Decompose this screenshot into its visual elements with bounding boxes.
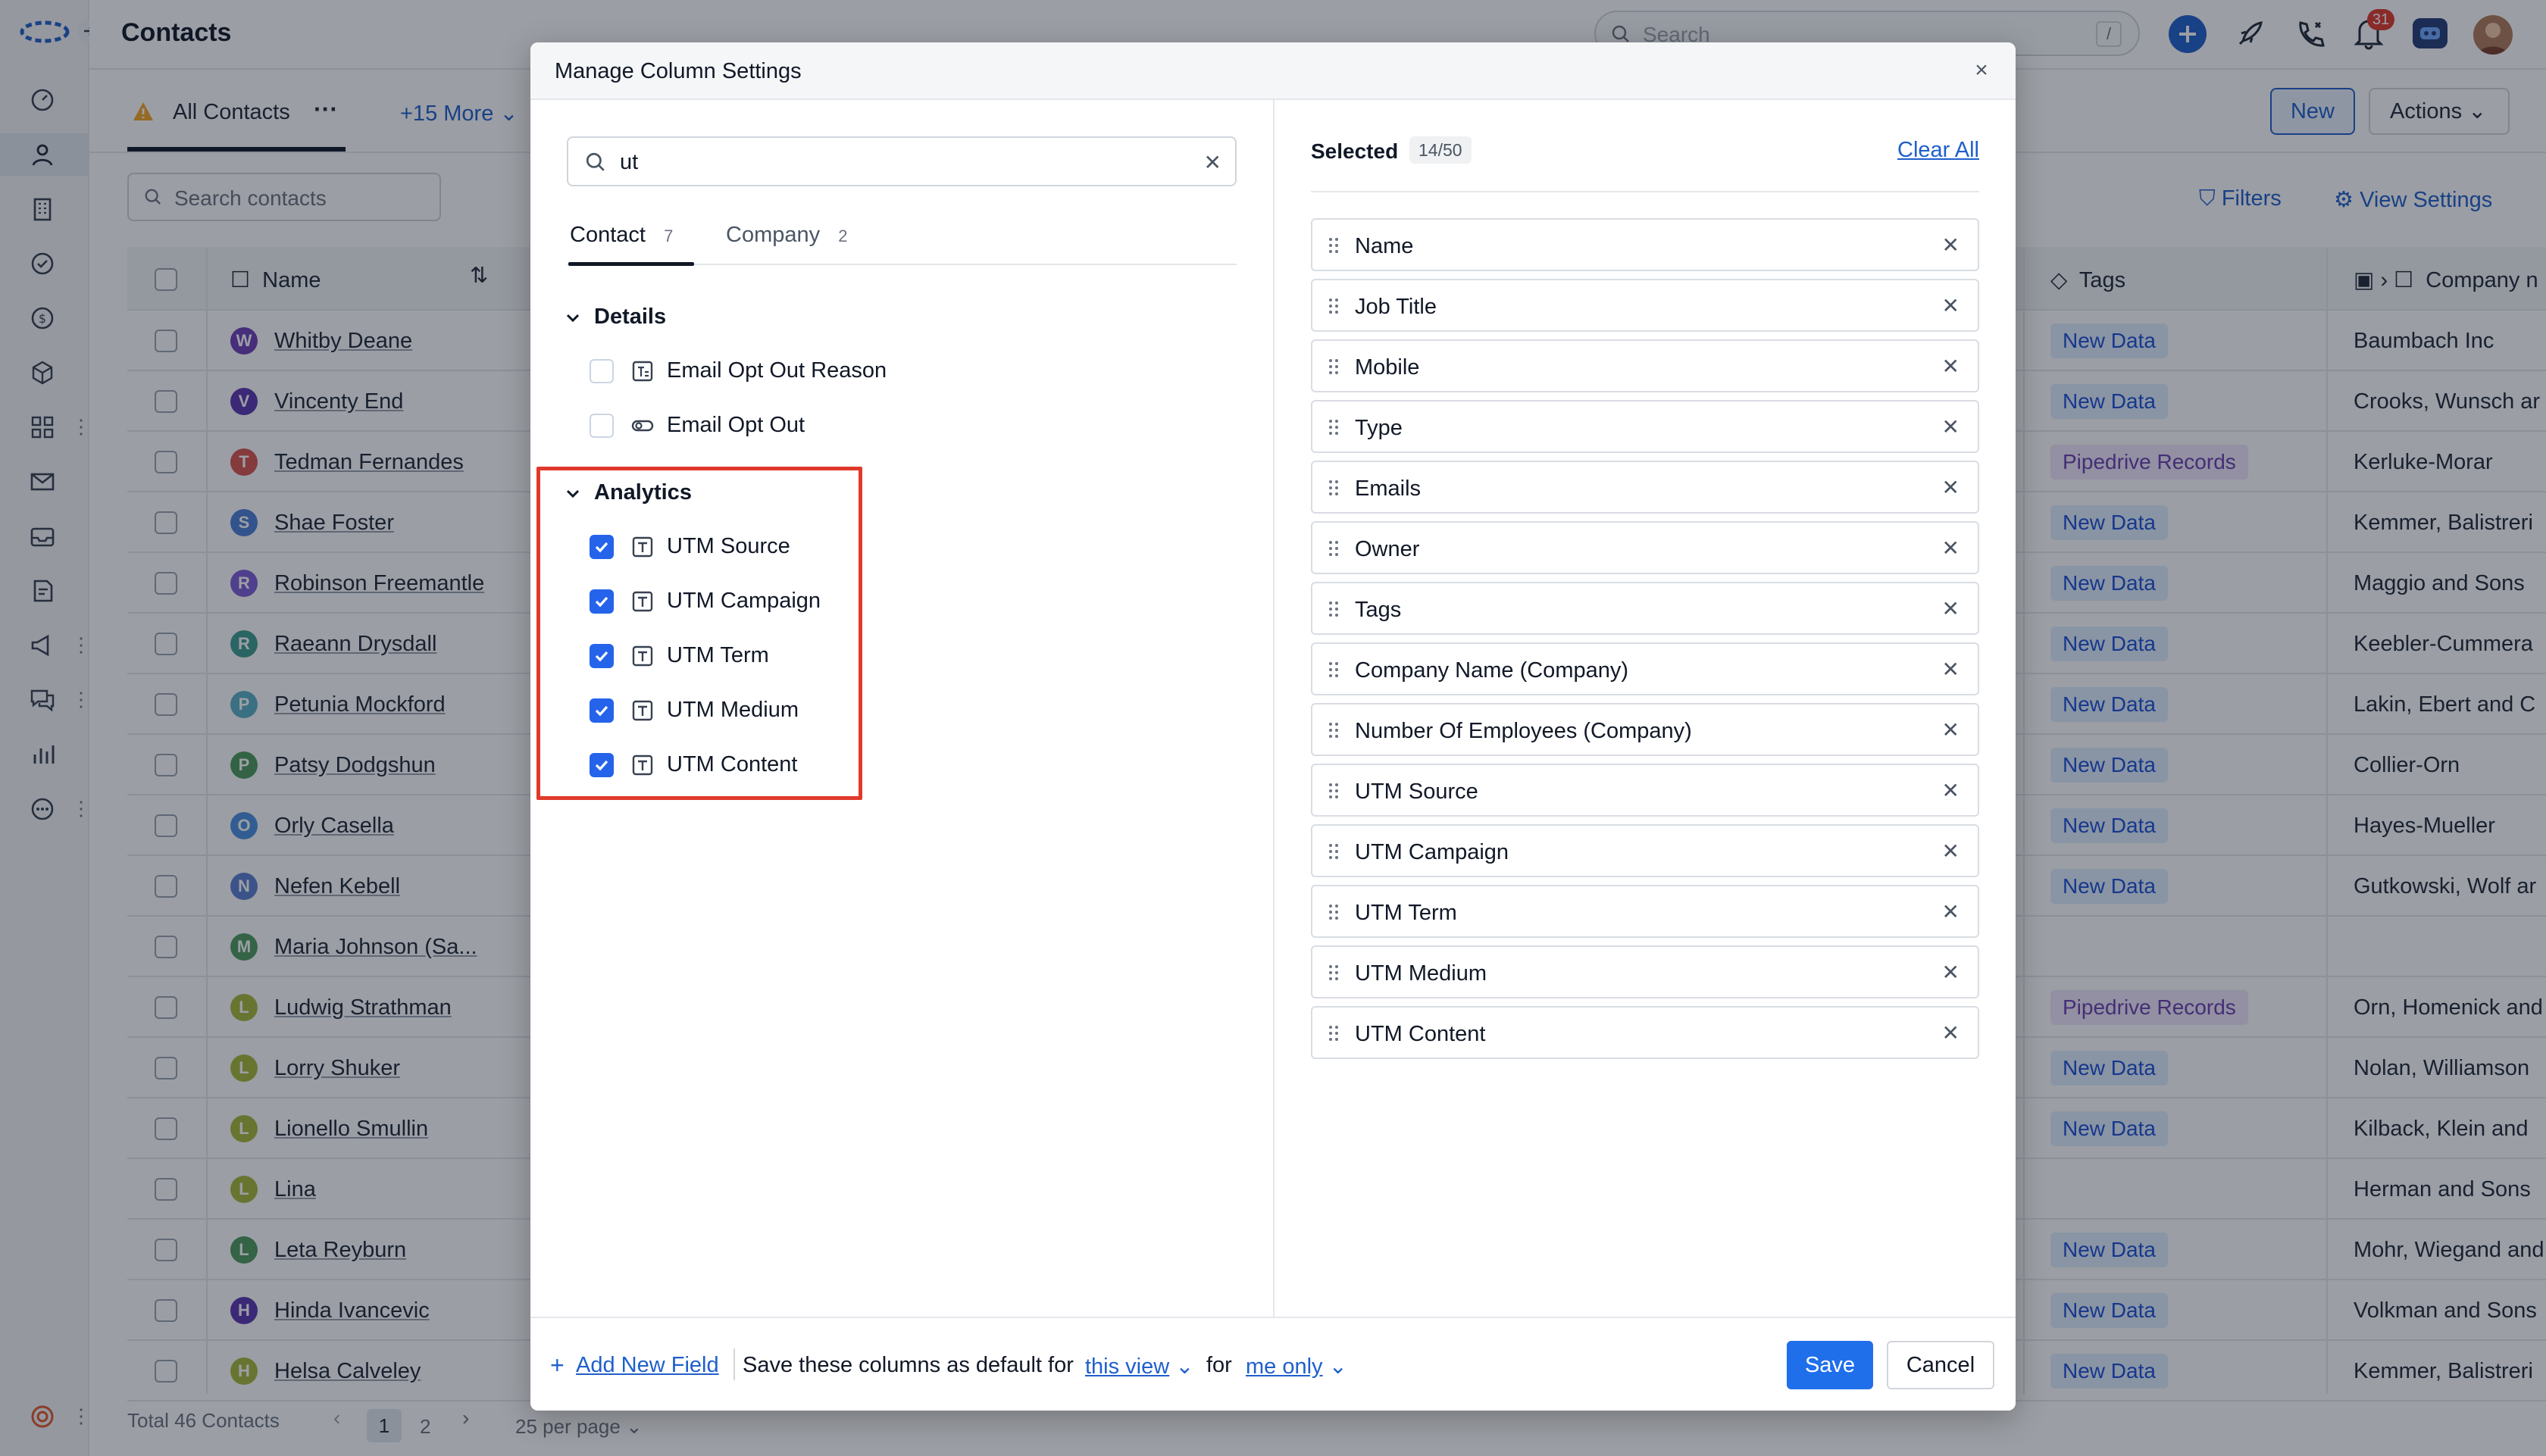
field-label[interactable]: Email Opt Out	[667, 413, 805, 438]
selected-column-name: Tags	[1355, 598, 1402, 622]
selected-column-chip[interactable]: UTM Content ✕	[1311, 1006, 1979, 1059]
remove-column-icon[interactable]: ✕	[1942, 1020, 1960, 1045]
clear-search-icon[interactable]: ✕	[1204, 150, 1221, 175]
scope-select[interactable]: this view ⌄	[1085, 1353, 1194, 1379]
selected-divider	[1311, 191, 1979, 192]
selected-column-chip[interactable]: Company Name (Company) ✕	[1311, 642, 1979, 695]
selected-column-name: Job Title	[1355, 295, 1437, 319]
drag-handle-icon[interactable]	[1328, 418, 1340, 436]
clear-all-link[interactable]: Clear All	[1897, 138, 1979, 163]
field-checkbox[interactable]	[590, 359, 614, 383]
drag-handle-icon[interactable]	[1328, 236, 1340, 255]
remove-column-icon[interactable]: ✕	[1942, 233, 1960, 258]
selected-column-name: Company Name (Company)	[1355, 658, 1629, 683]
section-title-details[interactable]: Details	[594, 305, 666, 330]
remove-column-icon[interactable]: ✕	[1942, 475, 1960, 500]
selected-column-name: UTM Medium	[1355, 961, 1487, 986]
remove-column-icon[interactable]: ✕	[1942, 536, 1960, 561]
selected-column-name: Owner	[1355, 537, 1420, 561]
close-icon[interactable]: ×	[1970, 59, 1993, 82]
drag-handle-icon[interactable]	[1328, 721, 1340, 739]
manage-columns-modal: Manage Column Settings × ut ✕ Contact 7 …	[530, 42, 2016, 1411]
chevron-down-icon[interactable]	[564, 309, 582, 327]
cancel-button[interactable]: Cancel	[1887, 1341, 1994, 1389]
selected-column-chip[interactable]: Mobile ✕	[1311, 339, 1979, 392]
selected-column-chip[interactable]: UTM Term ✕	[1311, 885, 1979, 938]
field-search-value: ut	[620, 150, 639, 174]
selected-column-chip[interactable]: Number Of Employees (Company) ✕	[1311, 703, 1979, 756]
save-button[interactable]: Save	[1787, 1341, 1873, 1389]
drag-handle-icon[interactable]	[1328, 661, 1340, 679]
selected-count-badge: 14/50	[1409, 136, 1472, 164]
active-tab-underline	[568, 262, 694, 266]
drag-handle-icon[interactable]	[1328, 479, 1340, 497]
remove-column-icon[interactable]: ✕	[1942, 717, 1960, 742]
drag-handle-icon[interactable]	[1328, 964, 1340, 982]
drag-handle-icon[interactable]	[1328, 903, 1340, 921]
selected-column-name: Mobile	[1355, 355, 1420, 380]
selected-column-name: Type	[1355, 416, 1403, 440]
selected-column-chip[interactable]: UTM Source ✕	[1311, 764, 1979, 817]
remove-column-icon[interactable]: ✕	[1942, 414, 1960, 439]
drag-handle-icon[interactable]	[1328, 842, 1340, 861]
remove-column-icon[interactable]: ✕	[1942, 960, 1960, 985]
analytics-highlight-box	[536, 467, 862, 800]
drag-handle-icon[interactable]	[1328, 600, 1340, 618]
selected-column-name: Emails	[1355, 476, 1422, 501]
toggle-icon	[630, 414, 655, 438]
remove-column-icon[interactable]: ✕	[1942, 839, 1960, 864]
remove-column-icon[interactable]: ✕	[1942, 293, 1960, 318]
selected-column-chip[interactable]: Owner ✕	[1311, 521, 1979, 574]
selected-column-name: UTM Content	[1355, 1022, 1486, 1046]
tab-contact[interactable]: Contact 7	[570, 223, 673, 248]
selected-column-name: Number Of Employees (Company)	[1355, 719, 1692, 743]
selected-column-chip[interactable]: Job Title ✕	[1311, 279, 1979, 332]
search-icon	[586, 152, 605, 171]
plus-icon[interactable]: +	[550, 1351, 565, 1379]
remove-column-icon[interactable]: ✕	[1942, 778, 1960, 803]
selected-column-name: UTM Term	[1355, 901, 1457, 925]
for-text: for	[1206, 1353, 1232, 1377]
drag-handle-icon[interactable]	[1328, 782, 1340, 800]
tab-company[interactable]: Company 2	[726, 223, 848, 248]
selected-column-chip[interactable]: Tags ✕	[1311, 582, 1979, 635]
drag-handle-icon[interactable]	[1328, 539, 1340, 558]
drag-handle-icon[interactable]	[1328, 297, 1340, 315]
remove-column-icon[interactable]: ✕	[1942, 657, 1960, 682]
panel-divider	[1273, 100, 1275, 1359]
remove-column-icon[interactable]: ✕	[1942, 354, 1960, 379]
field-search-input[interactable]: ut ✕	[567, 136, 1237, 186]
save-default-text: Save these columns as default for	[743, 1353, 1074, 1377]
field-label[interactable]: Email Opt Out Reason	[667, 358, 887, 383]
remove-column-icon[interactable]: ✕	[1942, 899, 1960, 924]
selected-column-name: Name	[1355, 234, 1414, 258]
selected-column-chip[interactable]: UTM Campaign ✕	[1311, 824, 1979, 877]
drag-handle-icon[interactable]	[1328, 1024, 1340, 1042]
modal-title: Manage Column Settings	[555, 59, 802, 83]
selected-column-chip[interactable]: Type ✕	[1311, 400, 1979, 453]
footer-divider	[733, 1348, 735, 1380]
drag-handle-icon[interactable]	[1328, 358, 1340, 376]
add-new-field-link[interactable]: Add New Field	[576, 1353, 719, 1378]
remove-column-icon[interactable]: ✕	[1942, 596, 1960, 621]
text-area-icon	[630, 359, 655, 383]
selected-column-chip[interactable]: UTM Medium ✕	[1311, 945, 1979, 998]
audience-select[interactable]: me only ⌄	[1246, 1353, 1347, 1379]
selected-column-chip[interactable]: Emails ✕	[1311, 461, 1979, 514]
field-checkbox[interactable]	[590, 414, 614, 438]
selected-column-chip[interactable]: Name ✕	[1311, 218, 1979, 271]
selected-title: Selected	[1311, 139, 1399, 163]
selected-column-name: UTM Campaign	[1355, 840, 1509, 864]
selected-column-name: UTM Source	[1355, 780, 1478, 804]
